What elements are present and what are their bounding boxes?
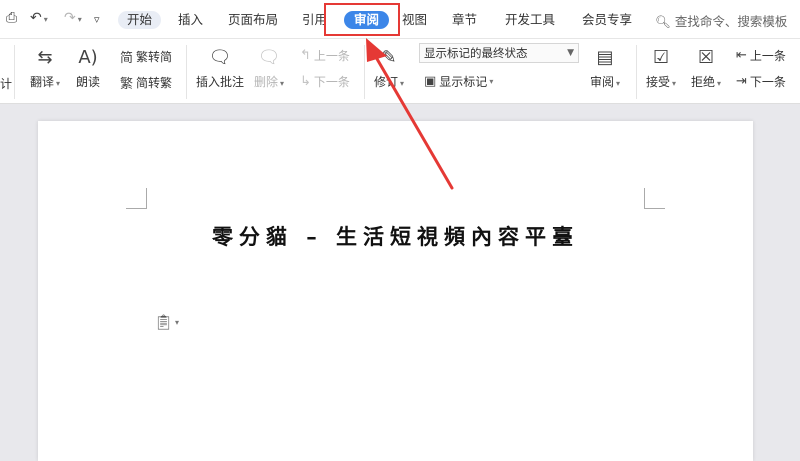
convert-icon: 繁	[120, 77, 134, 92]
markup-state-select[interactable]: 显示标记的最终状态 ▼	[419, 43, 579, 63]
simp-to-trad-button[interactable]: 繁简转繁	[120, 73, 172, 92]
comment-delete-icon: 🗨︎	[257, 46, 281, 68]
reject-icon: ☒	[697, 46, 715, 68]
track-changes-icon: ✎	[381, 46, 397, 68]
ribbon-cut-label: 计	[0, 77, 13, 91]
redo-icon[interactable]: ↷ ▾	[64, 10, 82, 30]
convert-icon: 简	[120, 51, 134, 66]
show-markup-icon: ▣	[424, 74, 437, 89]
next-comment-button[interactable]: ↳ 下一条	[300, 73, 350, 90]
command-search[interactable]: 🔍︎ 查找命令、搜索模板	[655, 11, 787, 30]
translate-button[interactable]: ⇆ 翻译 ▾	[30, 45, 60, 90]
prev-comment-button[interactable]: ↰ 上一条	[300, 47, 350, 64]
search-placeholder: 查找命令、搜索模板	[674, 14, 788, 29]
margin-corner-top-right	[644, 188, 665, 209]
ribbon-separator	[636, 45, 637, 99]
review-tab-highlight	[324, 3, 400, 36]
tab-view[interactable]: 视图	[402, 11, 427, 29]
delete-comment-button[interactable]: 🗨︎ 删除 ▾	[254, 45, 284, 90]
ribbon-review: 计 ⇆ 翻译 ▾ A) 朗读 简繁转简 繁简转繁 🗨︎ 插入批注 🗨︎ 删除 ▾ ↰…	[0, 39, 800, 104]
search-icon: 🔍︎	[655, 14, 671, 29]
read-aloud-button[interactable]: A) 朗读	[76, 45, 100, 90]
trad-to-simp-button[interactable]: 简繁转简	[120, 47, 172, 66]
track-changes-button[interactable]: ✎ 修订 ▾	[374, 45, 404, 90]
undo-icon[interactable]: ↶ ▾	[30, 10, 48, 30]
accept-icon: ☑	[652, 46, 670, 68]
show-markup-button[interactable]: ▣ 显示标记 ▾	[424, 73, 493, 90]
tab-home[interactable]: 开始	[118, 11, 162, 29]
tab-chapter[interactable]: 章节	[452, 11, 477, 29]
document-title: 零分貓 – 生活短視頻內容平臺	[211, 224, 580, 249]
reject-button[interactable]: ☒ 拒绝 ▾	[691, 45, 721, 90]
tab-developer[interactable]: 开发工具	[505, 11, 555, 29]
chevron-down-icon[interactable]: ▿	[94, 13, 100, 33]
next-change-icon: ⇥	[736, 74, 747, 89]
prev-change-button[interactable]: ⇤ 上一条	[736, 47, 786, 64]
paste-options-button[interactable]: 📋︎ ▾	[154, 313, 179, 331]
translate-icon: ⇆	[37, 46, 53, 68]
review-pane-button[interactable]: ▤ 审阅 ▾	[590, 45, 620, 90]
ribbon-separator	[186, 45, 187, 99]
document-page[interactable]: 零分貓 – 生活短視頻內容平臺 📋︎ ▾	[38, 121, 753, 461]
ribbon-separator	[14, 45, 15, 99]
prev-change-icon: ⇤	[736, 48, 747, 63]
tab-page-layout[interactable]: 页面布局	[228, 11, 278, 29]
insert-comment-button[interactable]: 🗨︎ 插入批注	[196, 45, 244, 90]
paste-icon: 📋︎	[154, 313, 174, 331]
doc-preview-icon[interactable]: ⎙	[6, 10, 17, 30]
review-pane-icon: ▤	[596, 46, 614, 68]
comment-add-icon: 🗨︎	[208, 46, 232, 68]
read-aloud-icon: A)	[78, 46, 98, 68]
ribbon-separator	[364, 45, 365, 99]
accept-button[interactable]: ☑ 接受 ▾	[646, 45, 676, 90]
prev-comment-icon: ↰	[300, 48, 311, 63]
margin-corner-top-left	[126, 188, 147, 209]
menu-bar: ⎙ ↶ ▾ ↷ ▾ ▿ 开始 插入 页面布局 引用 审阅 视图 章节 开发工具 会员…	[0, 0, 800, 39]
next-change-button[interactable]: ⇥ 下一条	[736, 73, 786, 90]
tab-insert[interactable]: 插入	[178, 11, 203, 29]
tab-member[interactable]: 会员专享	[582, 11, 632, 29]
next-comment-icon: ↳	[300, 74, 311, 89]
chevron-down-icon: ▼	[567, 48, 574, 58]
